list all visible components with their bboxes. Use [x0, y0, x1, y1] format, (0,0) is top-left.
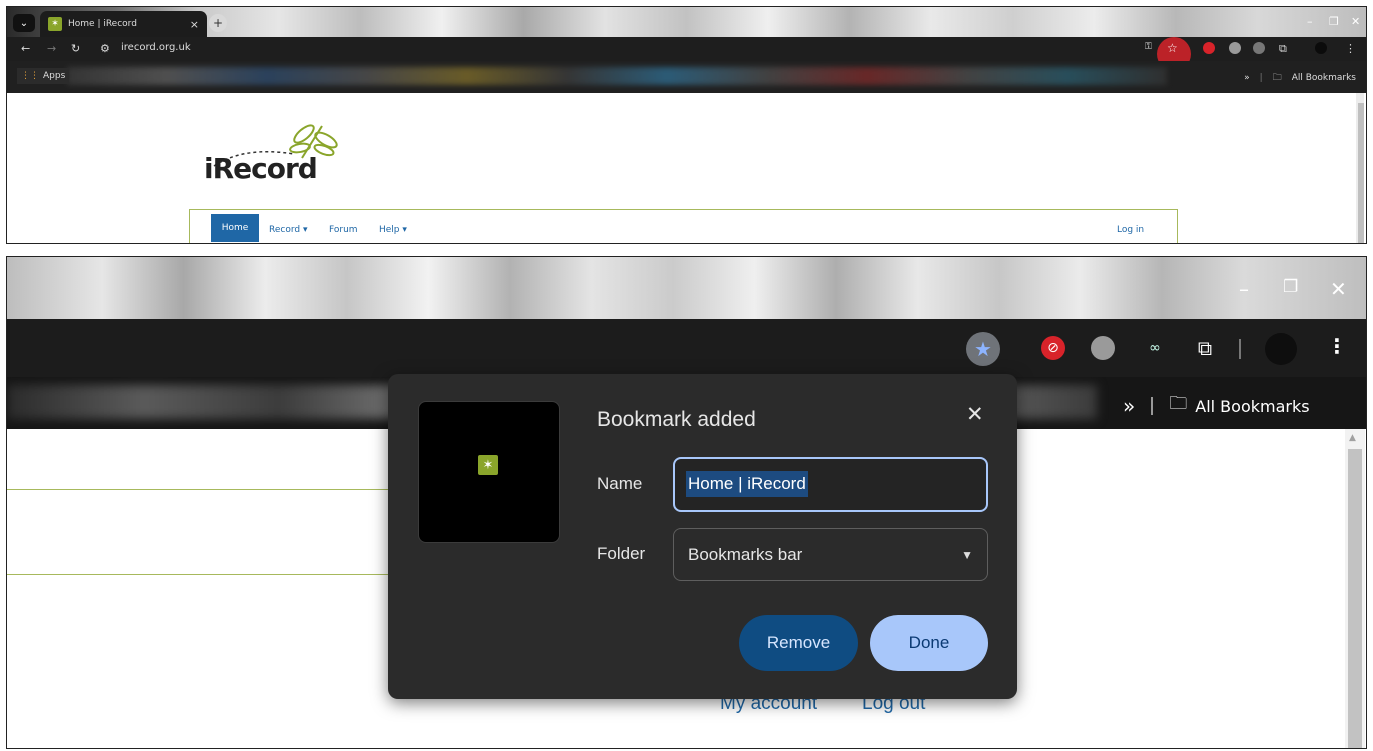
extension-gauge-icon[interactable]	[1229, 42, 1241, 54]
irecord-logo: iRecord	[204, 118, 344, 188]
nav-forum[interactable]: Forum	[329, 225, 358, 235]
name-label: Name	[597, 474, 643, 493]
adblock-extension-icon[interactable]	[1203, 42, 1215, 54]
bottom-screenshot-panel: – ❐ ✕ ★ ⊘ ∞ ⧉ ⋮ » 🗀 All Bookmarks My acc…	[6, 256, 1367, 749]
close-window-icon[interactable]: ✕	[1330, 277, 1347, 301]
restore-icon[interactable]: ❐	[1329, 15, 1339, 28]
browser-toolbar-zoomed: ★ ⊘ ∞ ⧉ ⋮	[7, 319, 1366, 377]
irecord-favicon-icon: ✶	[48, 17, 62, 31]
minimize-icon[interactable]: –	[1239, 277, 1249, 301]
apps-grid-icon: ⋮⋮	[21, 71, 39, 81]
extensions-puzzle-icon[interactable]: ⧉	[1193, 336, 1217, 360]
menu-icon[interactable]: ⋮	[1345, 42, 1356, 55]
tab-strip: ⌄ ✶ Home | iRecord × + – ❐ ✕	[7, 7, 1366, 37]
toolbar-divider	[1239, 339, 1241, 359]
tab-close-icon[interactable]: ×	[190, 18, 199, 31]
scrollbar-thumb[interactable]	[1348, 449, 1362, 748]
folder-select[interactable]: Bookmarks bar ▼	[673, 528, 988, 581]
folder-icon: 🗀	[1169, 393, 1188, 414]
bookmark-star-filled-icon[interactable]: ★	[966, 332, 1000, 366]
extensions-puzzle-icon[interactable]: ⧉	[1279, 42, 1287, 56]
bookmarks-divider: |	[1259, 73, 1263, 83]
bookmarks-bar: ⋮⋮ Apps » | 🗀 All Bookmarks	[7, 61, 1366, 93]
dialog-title: Bookmark added	[597, 408, 756, 431]
all-bookmarks-button[interactable]: All Bookmarks	[1292, 73, 1356, 83]
nav-home[interactable]: Home	[211, 214, 259, 242]
apps-label: Apps	[43, 71, 66, 81]
extension-glasses-icon[interactable]: ∞	[1143, 336, 1167, 360]
extension-gauge-icon[interactable]	[1091, 336, 1115, 360]
password-key-icon[interactable]: ⚿	[1145, 42, 1152, 52]
nav-record[interactable]: Record ▾	[269, 225, 307, 235]
profile-avatar[interactable]	[1265, 333, 1297, 365]
apps-shortcut[interactable]: ⋮⋮ Apps	[17, 68, 70, 84]
top-screenshot-panel: ⌄ ✶ Home | iRecord × + – ❐ ✕ ← → ↻ ⚙ ire…	[6, 6, 1367, 244]
bookmarks-overflow-icon[interactable]: »	[1244, 73, 1250, 83]
logo-wordmark: iRecord	[204, 152, 318, 185]
scroll-up-arrow-icon[interactable]: ▲	[1349, 433, 1356, 443]
irecord-favicon-icon: ✶	[478, 455, 498, 475]
tab-title: Home | iRecord	[68, 19, 137, 29]
nav-help[interactable]: Help ▾	[379, 225, 407, 235]
page-thumbnail: ✶	[418, 401, 560, 543]
browser-toolbar: ← → ↻ ⚙ irecord.org.uk ⚿ ☆ ⧉ ⋮	[7, 37, 1366, 71]
done-button[interactable]: Done	[870, 615, 988, 671]
bookmark-name-value[interactable]: Home | iRecord	[686, 471, 808, 497]
address-bar[interactable]: irecord.org.uk	[121, 42, 191, 53]
profile-avatar[interactable]	[1315, 42, 1327, 54]
forward-icon[interactable]: →	[47, 42, 56, 55]
bookmarks-overflow-icon[interactable]: »	[1123, 394, 1135, 418]
minimize-icon[interactable]: –	[1307, 15, 1313, 28]
bookmarks-right: » | 🗀 All Bookmarks	[1244, 70, 1356, 86]
site-nav: Home Record ▾ Forum Help ▾ Log in	[189, 209, 1178, 243]
remove-button[interactable]: Remove	[739, 615, 858, 671]
web-page: iRecord Home Record ▾ Forum Help ▾ Log i…	[7, 93, 1366, 243]
tab-search-button[interactable]: ⌄	[13, 14, 35, 32]
restore-icon[interactable]: ❐	[1283, 277, 1298, 297]
dropdown-caret-icon: ▼	[961, 547, 973, 562]
all-bookmarks-button[interactable]: All Bookmarks	[1195, 397, 1309, 416]
new-tab-button[interactable]: +	[209, 14, 227, 32]
back-icon[interactable]: ←	[21, 42, 30, 55]
folder-select-value: Bookmarks bar	[688, 544, 803, 564]
bookmarks-right: » 🗀 All Bookmarks	[1123, 391, 1310, 421]
adblock-extension-icon[interactable]: ⊘	[1041, 336, 1065, 360]
nav-login[interactable]: Log in	[1117, 225, 1144, 235]
reload-icon[interactable]: ↻	[71, 42, 80, 55]
bookmarks-divider	[1151, 397, 1154, 415]
close-window-icon[interactable]: ✕	[1351, 15, 1360, 28]
tab-strip-zoomed: – ❐ ✕	[7, 257, 1366, 319]
bookmark-star-icon[interactable]: ☆	[1167, 41, 1178, 55]
folder-icon: 🗀	[1272, 73, 1282, 83]
tab-active[interactable]: ✶ Home | iRecord ×	[40, 11, 207, 37]
scrollbar-thumb[interactable]	[1358, 103, 1364, 243]
site-info-icon[interactable]: ⚙	[100, 42, 110, 55]
blurred-bookmarks	[67, 67, 1167, 85]
close-icon[interactable]: ✕	[966, 402, 984, 426]
extension-glasses-icon[interactable]	[1253, 42, 1265, 54]
folder-label: Folder	[597, 544, 646, 563]
menu-icon[interactable]: ⋮	[1327, 334, 1347, 358]
bookmark-added-dialog: ✶ Bookmark added ✕ Name Home | iRecord F…	[388, 374, 1017, 699]
